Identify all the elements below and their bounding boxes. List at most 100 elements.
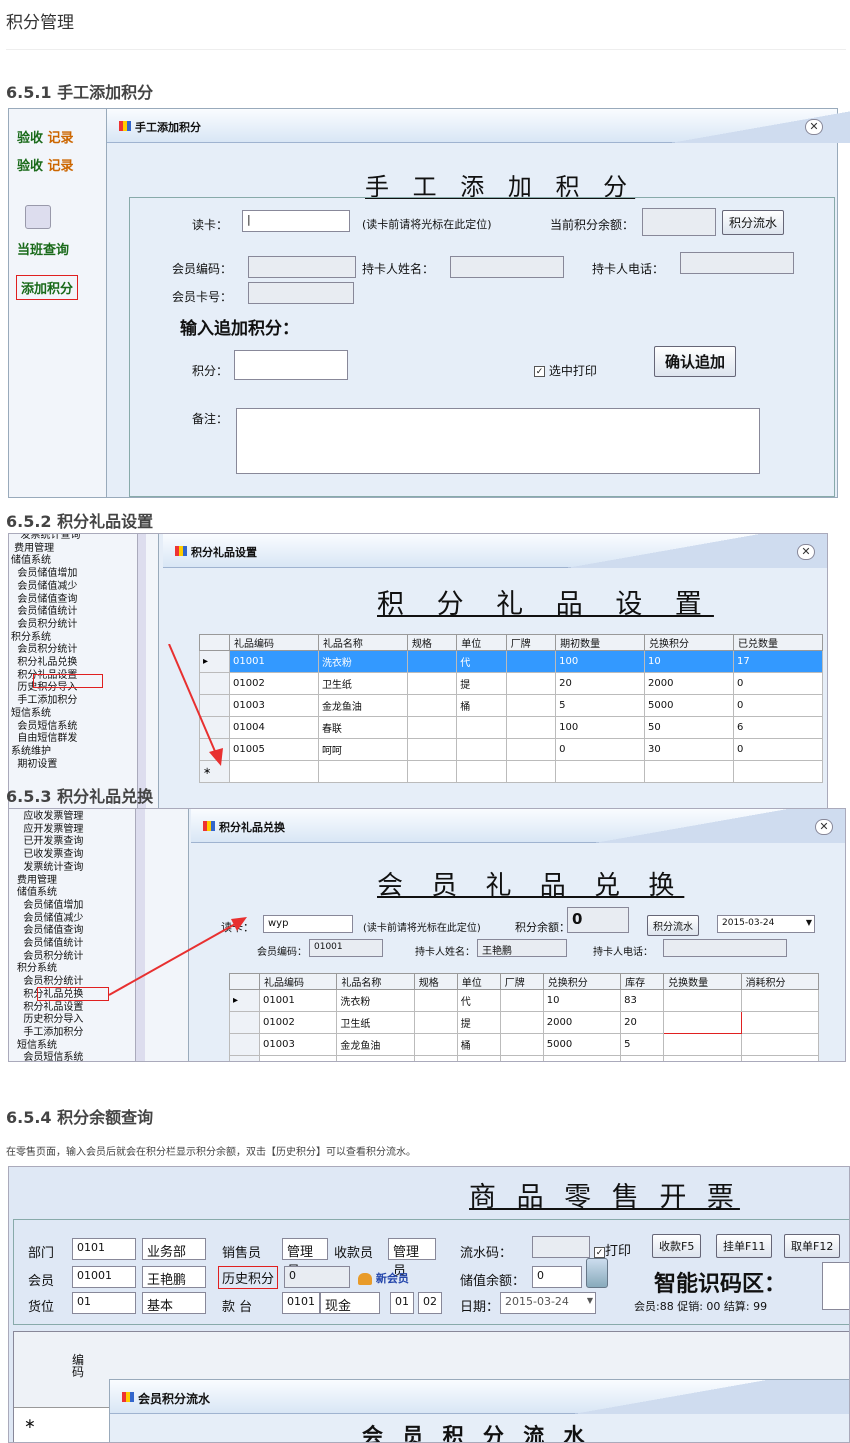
seller-field[interactable]: 管理员: [282, 1238, 328, 1279]
table-cell[interactable]: 卫生纸: [336, 1011, 415, 1034]
table-cell[interactable]: 01004: [258, 1055, 338, 1061]
code2-field[interactable]: 02: [418, 1292, 442, 1314]
table-cell[interactable]: [406, 672, 458, 695]
table-cell[interactable]: [317, 760, 408, 783]
table-cell[interactable]: 0: [732, 672, 824, 695]
date-picker[interactable]: 2015-03-24 ▼: [717, 915, 815, 933]
table-cell[interactable]: [499, 1033, 544, 1056]
table-cell[interactable]: [740, 1011, 820, 1034]
table-cell[interactable]: 5: [555, 694, 646, 717]
table-cell[interactable]: 17: [732, 650, 824, 673]
table-cell[interactable]: 洗衣粉: [336, 989, 415, 1012]
table-cell[interactable]: 01001: [258, 989, 338, 1012]
smart-scan-input[interactable]: [822, 1262, 849, 1310]
table-row[interactable]: 01005 呵呵 0 30 0: [199, 738, 824, 761]
table-cell[interactable]: [740, 1033, 820, 1056]
table-cell[interactable]: [740, 1055, 820, 1061]
table-cell[interactable]: [499, 1011, 544, 1034]
table-cell[interactable]: 代: [456, 650, 507, 673]
row-indicator[interactable]: [229, 1011, 260, 1034]
table-cell[interactable]: 01001: [229, 650, 319, 673]
table-cell[interactable]: 呵呵: [317, 738, 408, 761]
cash-field[interactable]: 现金: [320, 1292, 380, 1314]
table-cell[interactable]: [644, 760, 734, 783]
table-cell[interactable]: 50: [644, 716, 734, 739]
dept-code-field[interactable]: 0101: [72, 1238, 136, 1260]
table-cell[interactable]: [740, 989, 820, 1012]
table-cell[interactable]: 2000: [644, 672, 734, 695]
close-icon[interactable]: ✕: [805, 119, 823, 135]
table-cell[interactable]: 01002: [258, 1011, 338, 1034]
table-cell[interactable]: [505, 760, 557, 783]
points-input[interactable]: [234, 350, 348, 380]
table-cell[interactable]: [732, 760, 824, 783]
table-cell[interactable]: 金龙鱼油: [336, 1033, 415, 1056]
table-cell[interactable]: [505, 694, 557, 717]
table-cell[interactable]: 100: [555, 650, 646, 673]
table-cell[interactable]: [499, 1055, 544, 1061]
table-cell[interactable]: 洗衣粉: [317, 650, 408, 673]
table-cell[interactable]: [663, 989, 742, 1012]
table-cell[interactable]: 金龙鱼油: [317, 694, 408, 717]
table-cell[interactable]: [456, 716, 507, 739]
table-cell[interactable]: 卫生纸: [317, 672, 408, 695]
table-cell[interactable]: 0: [732, 738, 824, 761]
table-cell[interactable]: [499, 989, 544, 1012]
table-cell[interactable]: [663, 1033, 742, 1056]
table-cell[interactable]: 20: [555, 672, 646, 695]
row-indicator[interactable]: [229, 1033, 260, 1056]
table-cell[interactable]: 94: [620, 1055, 665, 1061]
table-cell[interactable]: 10: [542, 989, 622, 1012]
nav-tree[interactable]: 发票统计查询 费用管理 储值系统 会员储值增加 会员储值减少 会员储值查询 会员…: [11, 534, 81, 771]
close-icon[interactable]: ✕: [797, 544, 815, 560]
table-cell[interactable]: 0: [555, 738, 646, 761]
table-row[interactable]: 01002 卫生纸 提 2000 20: [229, 1011, 820, 1034]
read-card-input[interactable]: wyp: [263, 915, 353, 933]
table-cell[interactable]: [406, 716, 458, 739]
table-cell[interactable]: [555, 760, 646, 783]
table-cell[interactable]: 50: [542, 1055, 622, 1061]
confirm-add-button[interactable]: 确认追加: [654, 346, 737, 377]
table-cell[interactable]: 5000: [644, 694, 734, 717]
history-points-field[interactable]: 0: [284, 1266, 350, 1288]
table-cell[interactable]: 100: [555, 716, 646, 739]
pay-button[interactable]: 收款F5: [652, 1234, 702, 1258]
table-cell[interactable]: 01002: [229, 672, 319, 695]
table-cell[interactable]: 提: [456, 672, 507, 695]
table-cell[interactable]: 30: [644, 738, 734, 761]
table-cell[interactable]: [413, 1055, 458, 1061]
table-cell[interactable]: [456, 760, 507, 783]
table-row[interactable]: ▸ 01001 洗衣粉代 100 10 17: [199, 650, 824, 673]
date-picker[interactable]: 2015-03-24 ▼: [500, 1292, 596, 1314]
table-cell[interactable]: 5000: [542, 1033, 622, 1056]
table-cell[interactable]: 提: [456, 1011, 501, 1034]
points-flow-button[interactable]: 积分流水: [722, 210, 785, 235]
table-cell[interactable]: 0: [732, 694, 824, 717]
print-checkbox[interactable]: ✓ 选中打印: [534, 362, 597, 379]
new-row[interactable]: ∗: [199, 760, 824, 783]
table-cell[interactable]: [413, 1011, 458, 1034]
table-row[interactable]: 01002 卫生纸 提 20 2000 0: [199, 672, 824, 695]
table-cell[interactable]: 20: [620, 1011, 665, 1034]
new-member-button[interactable]: 新会员: [358, 1270, 409, 1286]
table-cell[interactable]: [505, 672, 557, 695]
table-cell[interactable]: 01005: [229, 738, 319, 761]
table-cell[interactable]: [456, 738, 507, 761]
chevron-down-icon[interactable]: ▼: [806, 918, 812, 927]
close-icon[interactable]: ✕: [815, 819, 833, 835]
read-card-input[interactable]: |: [242, 210, 350, 232]
table-cell[interactable]: [229, 760, 319, 783]
cashier-field[interactable]: 管理员: [388, 1238, 436, 1279]
table-cell[interactable]: 春联: [336, 1055, 415, 1061]
table-cell[interactable]: [663, 1055, 742, 1061]
code1-field[interactable]: 01: [390, 1292, 414, 1314]
table-row[interactable]: 01004 春联 100 50 6: [199, 716, 824, 739]
table-cell[interactable]: 01003: [258, 1033, 338, 1056]
table-cell[interactable]: [406, 738, 458, 761]
table-cell[interactable]: [505, 650, 557, 673]
counter-field[interactable]: 0101: [282, 1292, 320, 1314]
chevron-down-icon[interactable]: ▼: [587, 1296, 593, 1305]
fetch-button[interactable]: 取单F12: [784, 1234, 841, 1258]
table-row[interactable]: 01004春联 5094: [229, 1055, 820, 1061]
table-cell[interactable]: [406, 694, 458, 717]
